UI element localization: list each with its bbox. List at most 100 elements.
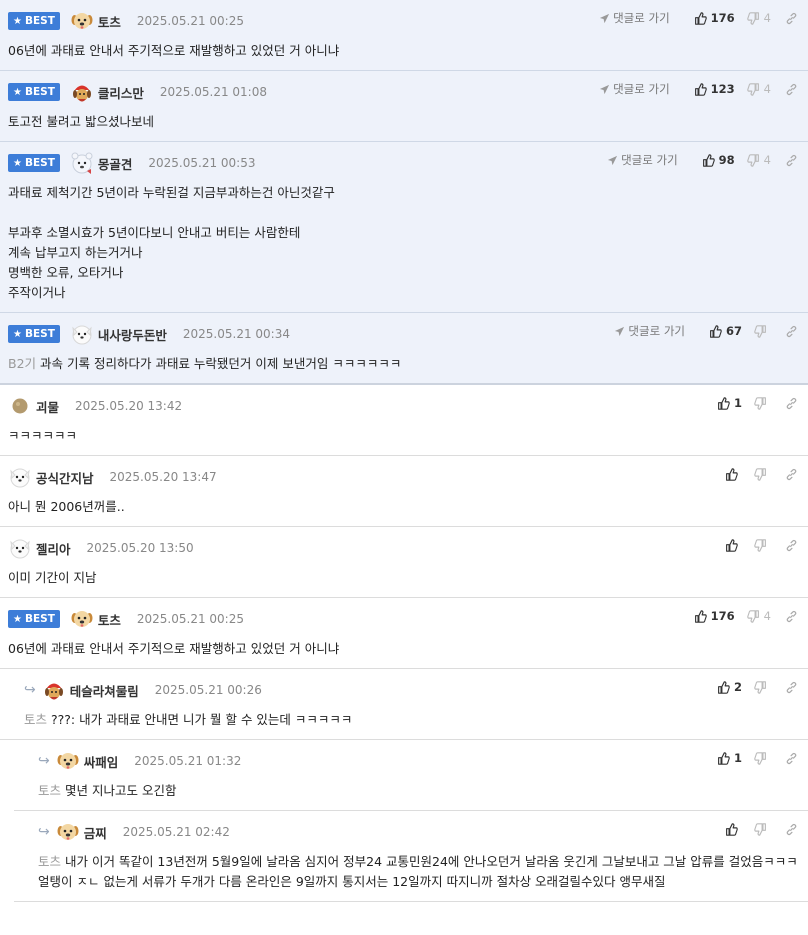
comment-date: 2025.05.20 13:42 — [75, 399, 183, 413]
copy-link-button[interactable] — [785, 83, 798, 96]
mention-tag[interactable]: 토츠 — [38, 854, 61, 869]
thumbs-up-icon — [725, 467, 738, 481]
avatar[interactable] — [56, 820, 80, 844]
nickname[interactable]: 클리스만 — [98, 83, 144, 102]
dislike-button[interactable]: 4 — [746, 609, 771, 623]
like-button[interactable]: 2 — [717, 680, 742, 694]
reply-arrow-icon: ↪ — [38, 753, 50, 769]
copy-link-button[interactable] — [785, 154, 798, 167]
like-button[interactable] — [725, 538, 742, 552]
send-icon — [599, 13, 610, 24]
like-count: 123 — [710, 82, 735, 96]
nickname[interactable]: 테슬라쳐물림 — [70, 681, 139, 700]
comment-body: 이미 기간이 지남 — [8, 568, 800, 588]
avatar[interactable] — [8, 536, 32, 560]
dislike-button[interactable] — [754, 822, 771, 836]
link-icon — [785, 154, 798, 167]
goto-comment-link[interactable]: 댓글로 가기 — [607, 152, 678, 168]
like-button[interactable]: 176 — [694, 609, 735, 623]
star-icon: ★ — [13, 328, 22, 340]
dislike-button[interactable] — [754, 538, 771, 552]
dislike-button[interactable]: 4 — [746, 153, 771, 167]
comment-actions: 1 — [705, 749, 798, 767]
thumbs-down-icon — [754, 538, 767, 552]
avatar[interactable] — [70, 9, 94, 33]
like-button[interactable] — [725, 467, 742, 481]
best-badge: ★ BEST — [8, 154, 60, 172]
comment-text: 06년에 과태료 안내서 주기적으로 재발행하고 있었던 거 아니냐 — [8, 641, 340, 656]
copy-link-button[interactable] — [785, 12, 798, 25]
comment-actions: 176 4 — [682, 607, 798, 625]
dislike-button[interactable] — [754, 680, 771, 694]
dislike-button[interactable]: 4 — [746, 82, 771, 96]
avatar[interactable] — [70, 322, 94, 346]
copy-link-button[interactable] — [785, 610, 798, 623]
copy-link-button[interactable] — [785, 823, 798, 836]
thumbs-up-icon — [694, 11, 707, 25]
mention-tag[interactable]: 토츠 — [38, 783, 61, 798]
mention-tag[interactable]: 토츠 — [24, 712, 47, 727]
comment-text: 과태료 제척기간 5년이라 누락된걸 지금부과하는건 아닌것같구 부과후 소멸시… — [8, 185, 335, 300]
copy-link-button[interactable] — [785, 539, 798, 552]
nickname[interactable]: 금찌 — [84, 823, 107, 842]
reply-comment: ↪ 싸패임 2025.05.21 01:32 1 토츠 몇년 지나고도 오긴함 — [14, 740, 808, 811]
dislike-button[interactable] — [754, 751, 771, 765]
thumbs-up-icon — [702, 153, 715, 167]
nickname[interactable]: 토츠 — [98, 610, 121, 629]
nickname[interactable]: 공식간지남 — [36, 468, 94, 487]
like-button[interactable] — [725, 822, 742, 836]
nickname[interactable]: 괴물 — [36, 397, 59, 416]
nickname[interactable]: 싸패임 — [84, 752, 119, 771]
avatar[interactable] — [70, 607, 94, 631]
dislike-button[interactable] — [754, 324, 771, 338]
nickname[interactable]: 몽골견 — [98, 154, 133, 173]
comment-actions: 댓글로 가기 98 4 — [607, 151, 798, 169]
comment-date: 2025.05.21 00:25 — [136, 612, 244, 626]
dislike-count: 4 — [763, 609, 771, 623]
thumbs-down-icon — [754, 751, 767, 765]
dislike-button[interactable] — [754, 396, 771, 410]
like-button[interactable]: 1 — [717, 396, 742, 410]
thumbs-down-icon — [754, 467, 767, 481]
thumbs-up-icon — [717, 751, 730, 765]
copy-link-button[interactable] — [785, 681, 798, 694]
comment-body: B2기 과속 기록 정리하다가 과태료 누락됐던거 이제 보낸거임 ㅋㅋㅋㅋㅋㅋ — [8, 354, 800, 374]
mention-tag[interactable]: B2기 — [8, 356, 36, 371]
comment-text: ???: 내가 과태료 안내면 니가 뭘 할 수 있는데 ㅋㅋㅋㅋㅋ — [51, 712, 353, 727]
goto-comment-link[interactable]: 댓글로 가기 — [599, 81, 670, 97]
nickname[interactable]: 내사랑두돈반 — [98, 325, 167, 344]
copy-link-button[interactable] — [785, 468, 798, 481]
thumbs-up-icon — [717, 396, 730, 410]
goto-comment-link[interactable]: 댓글로 가기 — [614, 323, 685, 339]
avatar[interactable] — [56, 749, 80, 773]
comment-header: ↪ 싸패임 2025.05.21 01:32 — [38, 750, 800, 772]
reply-comment: ↪ 금찌 2025.05.21 02:42 토츠 내가 이거 똑같이 13년전꺼 5월9… — [14, 811, 808, 902]
copy-link-button[interactable] — [785, 325, 798, 338]
like-count: 2 — [733, 680, 742, 694]
like-button[interactable]: 176 — [694, 11, 735, 25]
avatar[interactable] — [70, 151, 94, 175]
comment-item: 젤리아 2025.05.20 13:50 이미 기간이 지남 — [0, 527, 808, 598]
goto-comment-link[interactable]: 댓글로 가기 — [599, 10, 670, 26]
avatar[interactable] — [42, 678, 66, 702]
avatar[interactable] — [70, 80, 94, 104]
comment-date: 2025.05.21 00:26 — [154, 683, 262, 697]
nickname[interactable]: 토츠 — [98, 12, 121, 31]
like-button[interactable]: 123 — [694, 82, 735, 96]
comment-text: 몇년 지나고도 오긴함 — [65, 783, 177, 798]
like-button[interactable]: 1 — [717, 751, 742, 765]
star-icon: ★ — [13, 157, 22, 169]
like-button[interactable]: 67 — [709, 324, 742, 338]
avatar[interactable] — [8, 465, 32, 489]
dislike-button[interactable]: 4 — [746, 11, 771, 25]
dislike-button[interactable] — [754, 467, 771, 481]
comment-text: 토고전 불려고 밟으셨나보네 — [8, 114, 154, 129]
thumbs-up-icon — [709, 324, 722, 338]
copy-link-button[interactable] — [785, 397, 798, 410]
copy-link-button[interactable] — [785, 752, 798, 765]
send-icon — [607, 155, 618, 166]
comment-date: 2025.05.20 13:47 — [109, 470, 217, 484]
like-button[interactable]: 98 — [702, 153, 735, 167]
avatar[interactable] — [12, 398, 28, 414]
nickname[interactable]: 젤리아 — [36, 539, 71, 558]
